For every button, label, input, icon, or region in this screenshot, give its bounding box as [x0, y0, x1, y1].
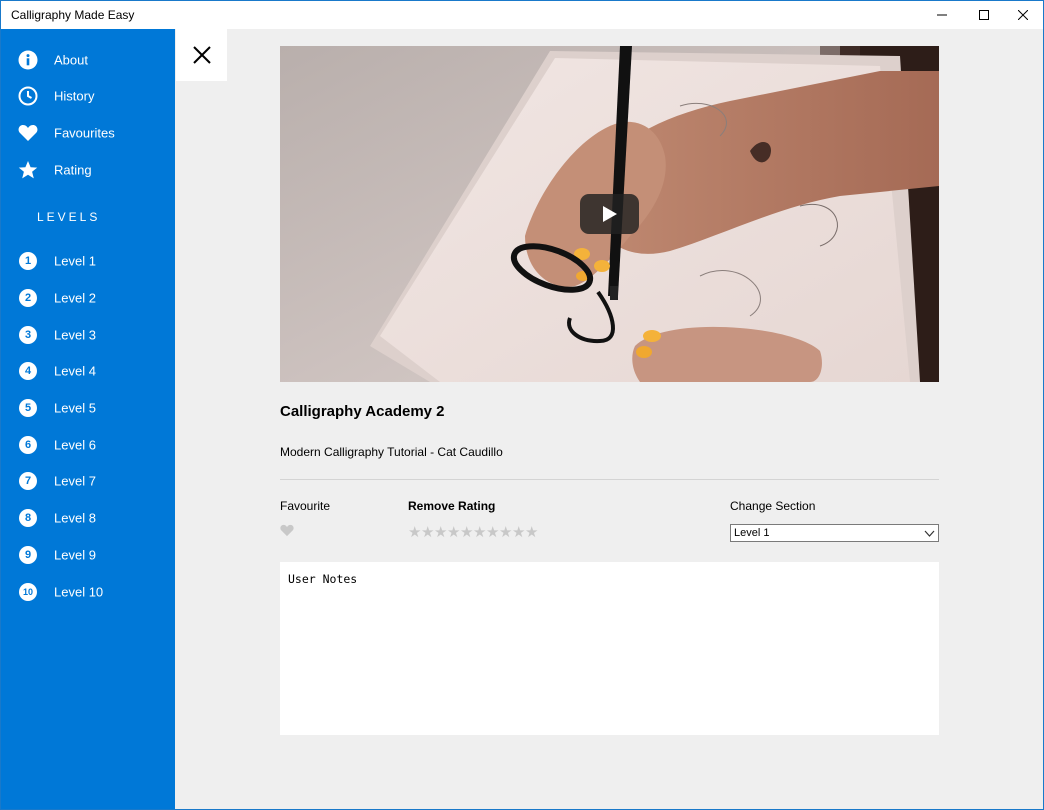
- favourite-label: Favourite: [280, 499, 331, 513]
- level-number-icon: 10: [19, 583, 37, 601]
- sidebar-item-label: Level 1: [54, 253, 96, 269]
- info-icon: [18, 50, 38, 70]
- level-number-icon: 8: [19, 509, 37, 527]
- sidebar-item-label: About: [54, 52, 88, 68]
- sidebar-item-label: Rating: [54, 162, 92, 178]
- rating-star-icon[interactable]: ★: [421, 524, 434, 540]
- sidebar-item-level-8[interactable]: 8 Level 8: [1, 500, 175, 536]
- sidebar-item-rating[interactable]: Rating: [1, 152, 175, 188]
- sidebar-item-label: Level 4: [54, 363, 96, 379]
- minimize-button[interactable]: [919, 1, 965, 29]
- level-number-icon: 2: [19, 289, 37, 307]
- sidebar: About History Favourites Rating LEVELS 1…: [1, 29, 175, 809]
- rating-star-icon[interactable]: ★: [447, 524, 460, 540]
- rating-star-icon[interactable]: ★: [525, 524, 538, 540]
- window-close-button[interactable]: [1000, 1, 1043, 29]
- close-icon: [192, 46, 211, 64]
- sidebar-item-favourites[interactable]: Favourites: [1, 115, 175, 151]
- level-number-icon: 5: [19, 399, 37, 417]
- sidebar-item-level-3[interactable]: 3 Level 3: [1, 317, 175, 353]
- heart-icon: [18, 123, 38, 143]
- sidebar-item-label: Level 3: [54, 327, 96, 343]
- close-icon: [1018, 10, 1028, 20]
- rating-star-icon[interactable]: ★: [460, 524, 473, 540]
- level-number-icon: 9: [19, 546, 37, 564]
- clock-icon: [18, 86, 38, 106]
- rating-star-icon[interactable]: ★: [408, 524, 421, 540]
- sidebar-item-label: Level 9: [54, 547, 96, 563]
- sidebar-item-label: Level 7: [54, 473, 96, 489]
- sidebar-item-label: Level 8: [54, 510, 96, 526]
- heart-icon: [280, 524, 294, 537]
- level-number-icon: 6: [19, 436, 37, 454]
- rating-star-icon[interactable]: ★: [486, 524, 499, 540]
- level-number-icon: 3: [19, 326, 37, 344]
- maximize-icon: [979, 10, 989, 20]
- sidebar-item-label: Level 10: [54, 584, 104, 600]
- sidebar-item-level-10[interactable]: 10 Level 10: [1, 574, 175, 610]
- user-notes-field[interactable]: User Notes: [280, 562, 939, 735]
- rating-star-icon[interactable]: ★: [512, 524, 525, 540]
- section-dropdown[interactable]: Level 1: [730, 524, 939, 542]
- section-dropdown-value: Level 1: [734, 527, 770, 539]
- sidebar-item-label: Level 6: [54, 437, 96, 453]
- sidebar-item-history[interactable]: History: [1, 78, 175, 114]
- video-title: Calligraphy Academy 2: [280, 403, 445, 420]
- title-bar: Calligraphy Made Easy: [1, 1, 1043, 29]
- sidebar-item-label: Level 2: [54, 290, 96, 306]
- rating-star-icon[interactable]: ★: [473, 524, 486, 540]
- app-window: Calligraphy Made Easy About History Favo…: [0, 0, 1044, 810]
- sidebar-item-level-6[interactable]: 6 Level 6: [1, 427, 175, 463]
- sidebar-item-label: History: [54, 88, 95, 104]
- remove-rating-button[interactable]: Remove Rating: [408, 499, 495, 513]
- minimize-icon: [937, 14, 947, 16]
- sidebar-item-level-7[interactable]: 7 Level 7: [1, 463, 175, 499]
- rating-star-icon[interactable]: ★: [499, 524, 512, 540]
- video-subtitle: Modern Calligraphy Tutorial - Cat Caudil…: [280, 445, 503, 459]
- video-player[interactable]: [280, 46, 939, 382]
- sidebar-item-level-5[interactable]: 5 Level 5: [1, 390, 175, 426]
- sidebar-item-level-4[interactable]: 4 Level 4: [1, 353, 175, 389]
- sidebar-item-about[interactable]: About: [1, 42, 175, 78]
- chevron-down-icon: [924, 530, 935, 537]
- rating-stars[interactable]: ★ ★ ★ ★ ★ ★ ★ ★ ★ ★: [408, 524, 538, 540]
- level-number-icon: 4: [19, 362, 37, 380]
- user-notes-placeholder: User Notes: [288, 572, 358, 586]
- star-icon: [18, 160, 38, 180]
- divider: [280, 479, 939, 480]
- close-panel-button[interactable]: [176, 29, 227, 81]
- rating-star-icon[interactable]: ★: [434, 524, 447, 540]
- levels-heading: LEVELS: [37, 210, 101, 224]
- level-number-icon: 7: [19, 472, 37, 490]
- sidebar-item-level-2[interactable]: 2 Level 2: [1, 280, 175, 316]
- sidebar-item-label: Level 5: [54, 400, 96, 416]
- window-title: Calligraphy Made Easy: [11, 8, 135, 22]
- sidebar-item-level-9[interactable]: 9 Level 9: [1, 537, 175, 573]
- play-button[interactable]: [580, 194, 639, 234]
- favourite-heart-button[interactable]: [280, 524, 294, 537]
- level-number-icon: 1: [19, 252, 37, 270]
- sidebar-item-label: Favourites: [54, 125, 115, 141]
- sidebar-item-level-1[interactable]: 1 Level 1: [1, 243, 175, 279]
- play-icon: [602, 206, 617, 222]
- change-section-label: Change Section: [730, 499, 816, 513]
